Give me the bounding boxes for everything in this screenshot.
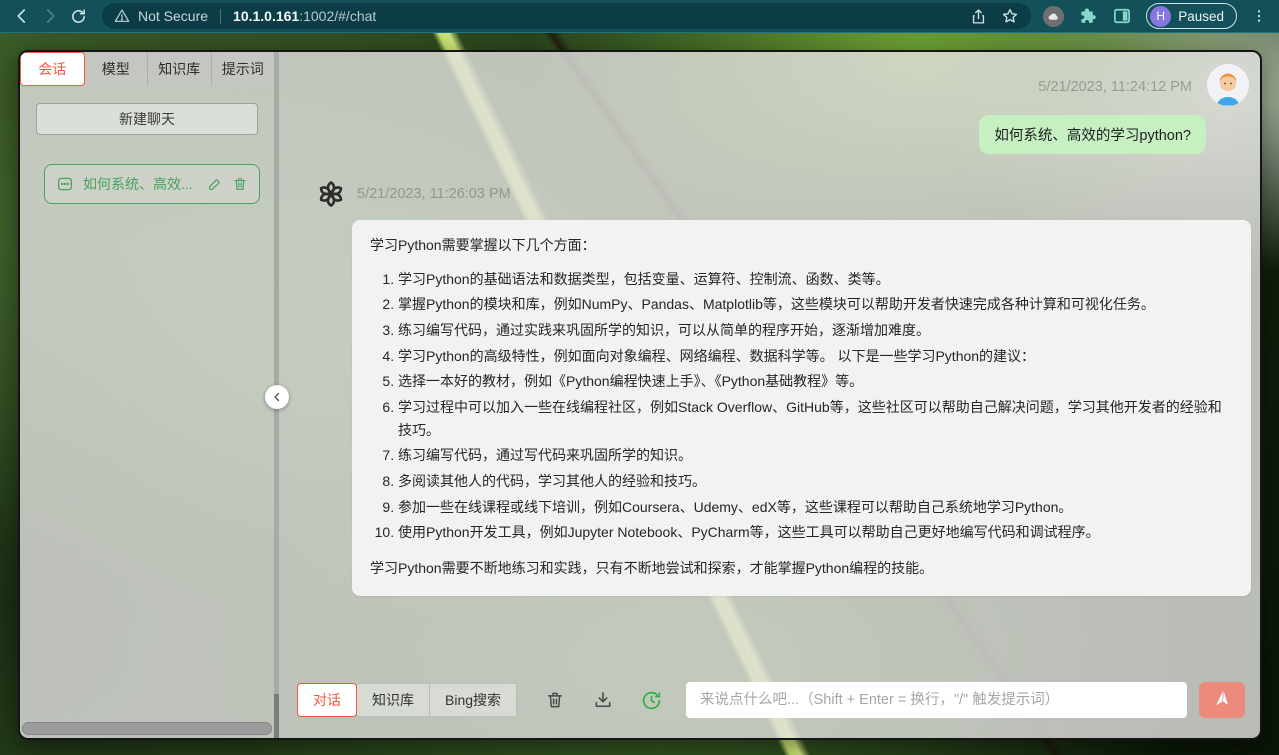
sidebar-tab-bar: 会话 模型 知识库 提示词: [20, 52, 274, 86]
assistant-message-timestamp: 5/21/2023, 11:26:03 PM: [357, 186, 511, 202]
assistant-intro: 学习Python需要掌握以下几个方面：: [370, 234, 1233, 257]
sidebar-tab-sessions[interactable]: 会话: [20, 52, 85, 86]
url-path: :1002/#/chat: [299, 8, 376, 24]
assistant-list-item: 参加一些在线课程或线下培训，例如Coursera、Udemy、edX等，这些课程…: [398, 496, 1233, 519]
chat-main-area: 5/21/2023, 11:24:12 PM 如何系统、高效的学习python?: [279, 52, 1260, 738]
assistant-list-item: 选择一本好的教材，例如《Python编程快速上手》、《Python基础教程》等。: [398, 370, 1233, 393]
sidebar-collapse-button[interactable]: [265, 385, 289, 409]
assistant-list-item: 练习编写代码，通过写代码来巩固所学的知识。: [398, 444, 1233, 467]
message-input[interactable]: [686, 682, 1187, 718]
send-button[interactable]: [1199, 682, 1245, 718]
new-chat-button[interactable]: 新建聊天: [36, 103, 258, 135]
url-text: 10.1.0.161:1002/#/chat: [233, 8, 376, 24]
extensions-puzzle-icon[interactable]: [1078, 6, 1098, 26]
assistant-list-item: 掌握Python的模块和库，例如NumPy、Pandas、Matplotlib等…: [398, 293, 1233, 316]
composer-tab-dialog[interactable]: 对话: [297, 683, 357, 717]
not-secure-warning-icon: [114, 8, 130, 24]
message-list: 5/21/2023, 11:24:12 PM 如何系统、高效的学习python?: [279, 52, 1260, 668]
forward-button[interactable]: [36, 2, 64, 30]
user-message-bubble: 如何系统、高效的学习python?: [979, 115, 1206, 154]
assistant-outro: 学习Python需要不断地练习和实践，只有不断地尝试和探索，才能掌握Python…: [370, 557, 1233, 580]
sidebar-horizontal-scrollbar[interactable]: [22, 722, 272, 735]
refresh-button[interactable]: [64, 2, 92, 30]
assistant-message-header: 5/21/2023, 11:26:03 PM: [314, 177, 1260, 211]
history-clock-icon: [641, 690, 662, 711]
chat-app-window: 会话 模型 知识库 提示词 新建聊天 如何系统、高效... 5/21/2023,…: [18, 50, 1262, 740]
chat-item-title: 如何系统、高效...: [83, 174, 198, 194]
composer-tab-bing[interactable]: Bing搜索: [429, 683, 517, 717]
edit-pencil-icon[interactable]: [207, 176, 223, 192]
assistant-list-item: 学习Python的基础语法和数据类型，包括变量、运算符、控制流、函数、类等。: [398, 268, 1233, 291]
send-plane-icon: [1212, 690, 1232, 710]
assistant-list: 学习Python的基础语法和数据类型，包括变量、运算符、控制流、函数、类等。掌握…: [370, 268, 1233, 544]
forward-arrow-icon: [41, 7, 59, 25]
composer-tab-knowledge[interactable]: 知识库: [356, 683, 430, 717]
user-message-header: 5/21/2023, 11:24:12 PM: [297, 64, 1260, 106]
profile-button[interactable]: H Paused: [1146, 3, 1237, 29]
side-panel-icon[interactable]: [1112, 6, 1132, 26]
assistant-list-item: 多阅读其他人的代码，学习其他人的经验和技巧。: [398, 470, 1233, 493]
address-bar[interactable]: Not Secure 10.1.0.161:1002/#/chat: [102, 3, 1031, 29]
chevron-left-icon: [271, 391, 283, 403]
sidebar-tab-models[interactable]: 模型: [85, 52, 149, 86]
assistant-list-item: 练习编写代码，通过实践来巩固所学的知识，可以从简单的程序开始，逐渐增加难度。: [398, 319, 1233, 342]
profile-status-label: Paused: [1178, 9, 1224, 24]
user-message-row: 如何系统、高效的学习python?: [297, 115, 1206, 154]
profile-avatar: H: [1150, 6, 1171, 27]
chat-history-button[interactable]: [641, 690, 662, 711]
clear-chat-button[interactable]: [545, 690, 565, 710]
security-label: Not Secure: [138, 8, 208, 24]
composer-bar: 对话 知识库 Bing搜索: [297, 682, 1245, 718]
share-icon[interactable]: [970, 8, 987, 25]
back-button[interactable]: [8, 2, 36, 30]
user-avatar-image: [1207, 64, 1249, 106]
user-avatar: [1207, 64, 1249, 106]
assistant-message-bubble: 学习Python需要掌握以下几个方面： 学习Python的基础语法和数据类型，包…: [352, 220, 1251, 596]
trash-icon: [545, 690, 565, 710]
chat-list-item[interactable]: 如何系统、高效...: [44, 164, 260, 204]
download-icon: [593, 690, 613, 710]
back-arrow-icon: [13, 7, 31, 25]
sidebar: 会话 模型 知识库 提示词 新建聊天 如何系统、高效...: [20, 52, 274, 738]
refresh-icon: [70, 8, 87, 25]
menu-kebab-icon[interactable]: [1251, 8, 1267, 24]
chat-bubble-icon: [56, 175, 74, 193]
cloud-icon: [1047, 10, 1060, 23]
browser-toolbar: Not Secure 10.1.0.161:1002/#/chat H Paus…: [0, 0, 1279, 33]
url-separator: [220, 9, 221, 24]
user-message-timestamp: 5/21/2023, 11:24:12 PM: [1038, 79, 1192, 95]
url-host: 10.1.0.161: [233, 8, 299, 24]
delete-trash-icon[interactable]: [232, 176, 248, 192]
bookmark-star-icon[interactable]: [1001, 7, 1019, 25]
assistant-avatar: [314, 177, 348, 211]
export-chat-button[interactable]: [593, 690, 613, 710]
assistant-list-item: 使用Python开发工具，例如Jupyter Notebook、PyCharm等…: [398, 521, 1233, 544]
sidebar-tab-prompts[interactable]: 提示词: [212, 52, 275, 86]
openai-logo-icon: [314, 177, 348, 211]
sidebar-tab-knowledge[interactable]: 知识库: [148, 52, 212, 86]
extension-badge[interactable]: [1043, 6, 1064, 27]
assistant-list-item: 学习Python的高级特性，例如面向对象编程、网络编程、数据科学等。 以下是一些…: [398, 345, 1233, 368]
assistant-list-item: 学习过程中可以加入一些在线编程社区，例如Stack Overflow、GitHu…: [398, 396, 1233, 441]
